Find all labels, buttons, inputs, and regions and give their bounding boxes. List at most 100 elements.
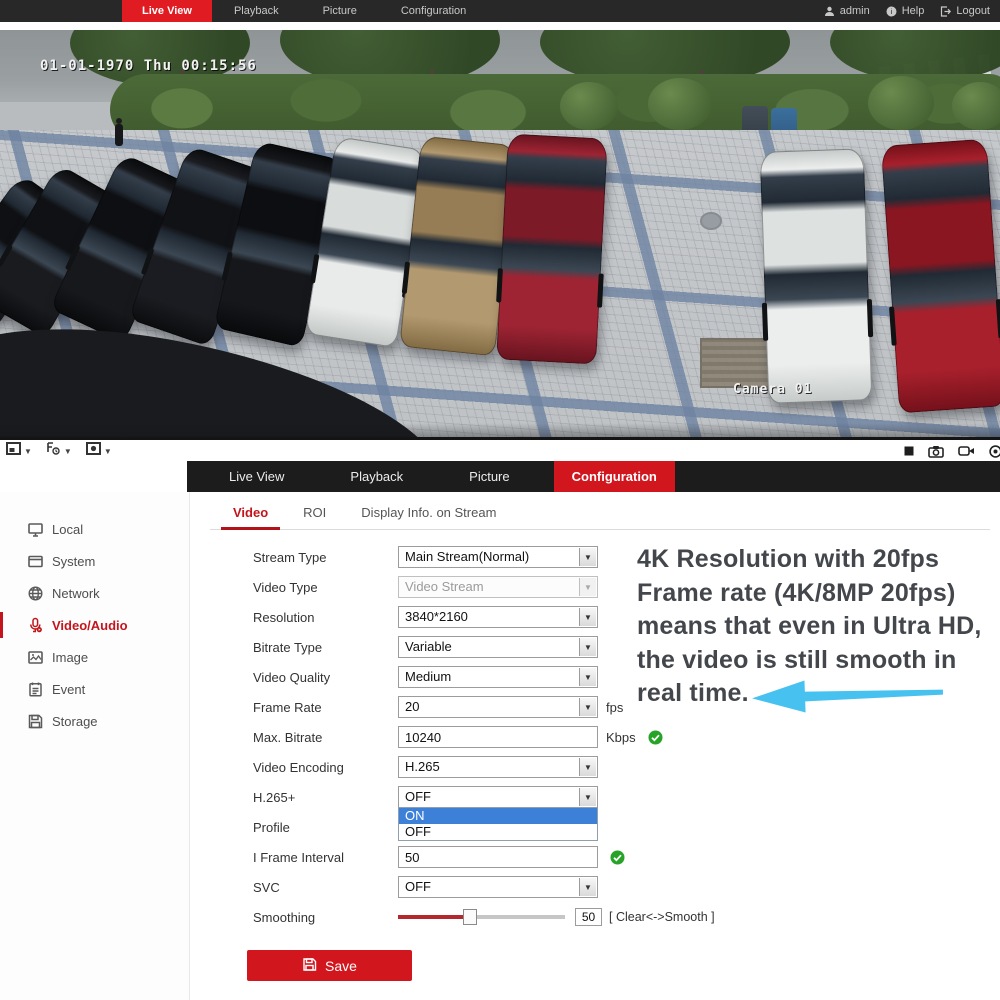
resolution-value: 3840*2160 (399, 607, 597, 627)
window-layout-icon (6, 442, 21, 460)
bitrate-type-value: Variable (399, 637, 597, 657)
frame-rate-select[interactable]: 20 ▼ (398, 696, 598, 718)
tab-display-info[interactable]: Display Info. on Stream (361, 505, 496, 520)
snapshot-icon[interactable] (928, 445, 944, 458)
camera-timestamp: 01-01-1970 Thu 00:15:56 (40, 58, 257, 74)
storage-icon (27, 713, 44, 730)
chevron-down-icon: ▼ (579, 668, 596, 686)
stop-icon[interactable] (904, 446, 914, 456)
stream-type-select[interactable]: Main Stream(Normal) ▼ (398, 546, 598, 568)
video-encoding-select[interactable]: H.265 ▼ (398, 756, 598, 778)
sidebar-item-system[interactable]: System (0, 545, 189, 577)
top-tab-picture[interactable]: Picture (301, 0, 379, 22)
camera-name-overlay: Camera 01 (733, 382, 812, 397)
chevron-down-icon: ▼ (104, 447, 112, 456)
smoothing-slider: 50 [ Clear<->Smooth ] (398, 908, 715, 926)
i-frame-interval-label: I Frame Interval (253, 850, 398, 865)
layout-select-button[interactable]: ▼ (6, 442, 32, 460)
sidebar-item-storage[interactable]: Storage (0, 705, 189, 737)
record-icon[interactable] (958, 445, 975, 457)
sidebar-item-event[interactable]: Event (0, 673, 189, 705)
bush (952, 82, 1000, 130)
svc-select[interactable]: OFF ▼ (398, 876, 598, 898)
help-label: Help (902, 5, 925, 17)
sidebar-item-video-audio[interactable]: Video/Audio (0, 609, 189, 641)
nav-playback[interactable]: Playback (336, 461, 417, 492)
logout-label: Logout (956, 5, 990, 17)
h265-plus-label: H.265+ (253, 790, 398, 805)
frame-shadow (0, 423, 1000, 440)
nav-live-view[interactable]: Live View (215, 461, 298, 492)
max-bitrate-label: Max. Bitrate (253, 730, 398, 745)
annotation-line: means that even in Ultra HD, (637, 610, 997, 644)
sidebar-item-local[interactable]: Local (0, 513, 189, 545)
smoothing-row: Smoothing 50 [ Clear<->Smooth ] (253, 902, 1000, 932)
monitor-icon (27, 521, 44, 538)
chevron-down-icon: ▼ (579, 788, 596, 806)
slider-fill (398, 915, 470, 919)
sidebar-item-network[interactable]: Network (0, 577, 189, 609)
pedestrian-body (115, 124, 123, 146)
user-icon (824, 6, 835, 17)
nav-configuration[interactable]: Configuration (554, 461, 675, 492)
video-encoding-value: H.265 (399, 757, 597, 777)
smoothing-value: 50 (575, 908, 602, 926)
video-type-value: Video Stream (399, 577, 597, 597)
aspect-ratio-button[interactable]: ▼ (46, 442, 72, 460)
max-bitrate-unit: Kbps (606, 730, 636, 745)
tab-roi[interactable]: ROI (303, 505, 326, 520)
i-frame-interval-input[interactable] (398, 846, 598, 868)
resolution-select[interactable]: 3840*2160 ▼ (398, 606, 598, 628)
logout-button[interactable]: Logout (940, 5, 990, 17)
pedestrian (112, 118, 126, 152)
sidebar-label: Image (52, 650, 88, 665)
tab-video[interactable]: Video (233, 505, 268, 520)
frame-rate-unit: fps (606, 700, 623, 715)
user-name: admin (840, 5, 870, 17)
help-icon: i (886, 6, 897, 17)
stream-view-button[interactable]: ▼ (86, 442, 112, 460)
h265-plus-row: H.265+ OFF ▼ ON OFF (253, 782, 1000, 812)
bitrate-type-select[interactable]: Variable ▼ (398, 636, 598, 658)
video-quality-value: Medium (399, 667, 597, 687)
sidebar-label: Event (52, 682, 85, 697)
top-tab-live-view[interactable]: Live View (122, 0, 212, 22)
smoothing-label: Smoothing (253, 910, 398, 925)
dropdown-option-off[interactable]: OFF (399, 824, 597, 840)
utility-grate (700, 338, 774, 388)
max-bitrate-row: Max. Bitrate Kbps (253, 722, 1000, 752)
max-bitrate-input[interactable] (398, 726, 598, 748)
valid-check-icon (648, 730, 663, 745)
chevron-down-icon: ▼ (579, 578, 596, 596)
video-quality-select[interactable]: Medium ▼ (398, 666, 598, 688)
mic-icon (27, 617, 44, 634)
sidebar-label: Storage (52, 714, 98, 729)
slider-handle[interactable] (463, 909, 477, 925)
svc-row: SVC OFF ▼ (253, 872, 1000, 902)
chevron-down-icon: ▼ (579, 638, 596, 656)
h265-plus-select[interactable]: OFF ▼ (398, 786, 598, 808)
frame-rate-value: 20 (399, 697, 597, 717)
chevron-down-icon: ▼ (579, 548, 596, 566)
top-utility-bar: Live View Playback Picture Configuration… (0, 0, 1000, 22)
dropdown-option-on[interactable]: ON (399, 808, 597, 824)
nav-picture[interactable]: Picture (455, 461, 523, 492)
help-button[interactable]: i Help (886, 5, 925, 17)
tabs-divider (210, 529, 990, 530)
sidebar-label: Network (52, 586, 100, 601)
globe-icon (27, 585, 44, 602)
settings-tabs: Video ROI Display Info. on Stream (190, 492, 1000, 520)
save-button[interactable]: Save (247, 950, 412, 981)
left-arrow-icon (749, 673, 945, 718)
sidebar-label: Video/Audio (52, 618, 128, 633)
top-tab-playback[interactable]: Playback (212, 0, 301, 22)
slider-track[interactable] (398, 915, 565, 919)
video-toolbar-right (904, 445, 994, 458)
audio-icon[interactable] (989, 445, 1000, 458)
bitrate-type-label: Bitrate Type (253, 640, 398, 655)
event-icon (27, 681, 44, 698)
sidebar-item-image[interactable]: Image (0, 641, 189, 673)
user-menu[interactable]: admin (824, 5, 870, 17)
top-tab-configuration[interactable]: Configuration (379, 0, 488, 22)
config-sidebar: Local System Network Video/Audio Image E… (0, 492, 190, 1000)
